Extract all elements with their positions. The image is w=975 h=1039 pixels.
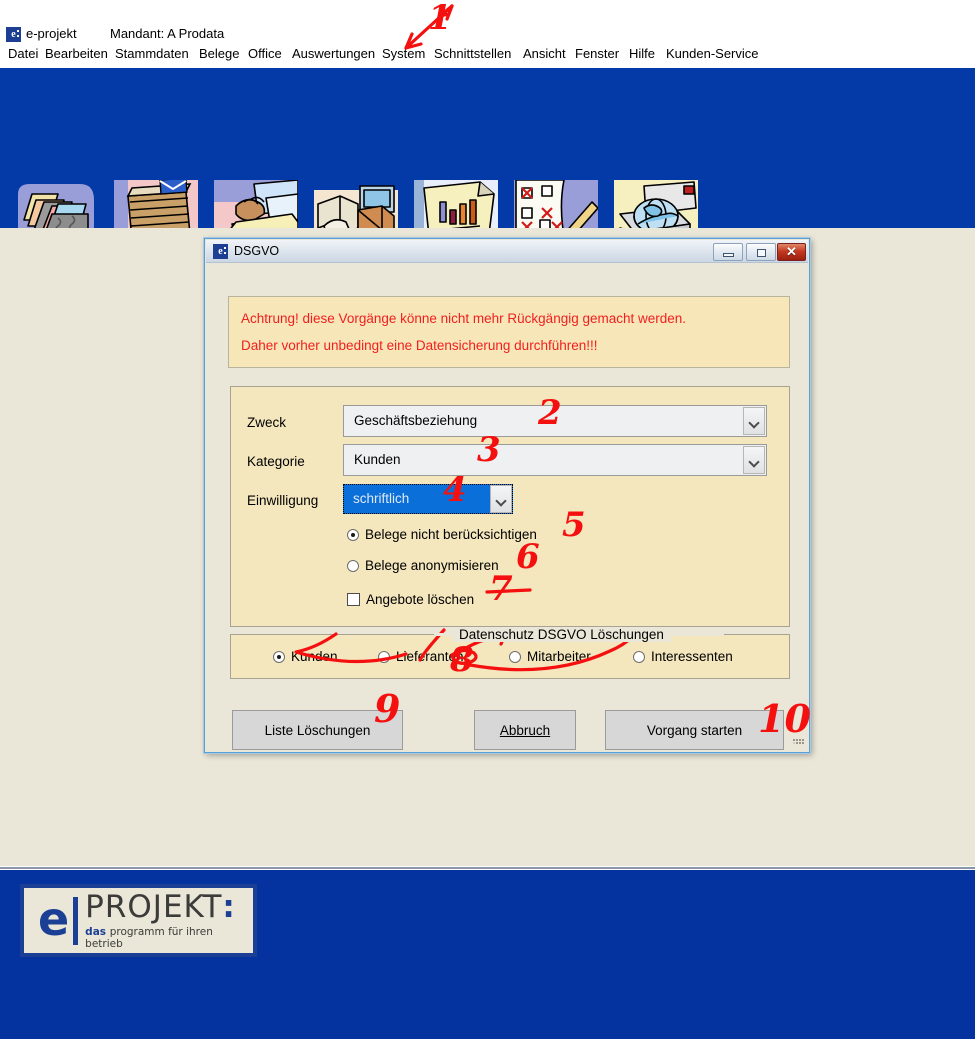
app-title: e-projekt <box>26 26 77 41</box>
dsgvo-window-icon: e <box>213 244 228 259</box>
warning-line-2: Daher vorher unbedingt eine Datensicheru… <box>241 338 598 353</box>
zweck-value: Geschäftsbeziehung <box>354 413 478 428</box>
vorgang-starten-button[interactable]: Vorgang starten <box>605 710 784 750</box>
menu-office[interactable]: Office <box>248 46 282 61</box>
kategorie-label: Kategorie <box>247 454 305 469</box>
app-titlebar: e e-projekt Mandant: A Prodata <box>0 0 975 46</box>
menubar: Datei Bearbeiten Stammdaten Belege Offic… <box>0 46 975 68</box>
kategorie-dropdown-button[interactable] <box>743 446 765 474</box>
dialog-client-area: Achtrung! diese Vorgänge könne nicht meh… <box>206 263 808 751</box>
menu-system[interactable]: System <box>382 46 425 61</box>
radio-belege-nicht-beruecksichtigen[interactable]: Belege nicht berücksichtigen <box>347 527 537 542</box>
kategorie-value: Kunden <box>354 452 401 467</box>
dialog-titlebar[interactable]: e DSGVO ✕ <box>206 240 808 263</box>
dialog-title: DSGVO <box>234 244 280 258</box>
logo-wordmark: PROJEKT <box>85 888 223 925</box>
menu-stammdaten[interactable]: Stammdaten <box>115 46 189 61</box>
abbruch-button[interactable]: Abbruch <box>474 710 576 750</box>
menu-belege[interactable]: Belege <box>199 46 239 61</box>
logo-colon: : <box>222 888 236 925</box>
einwilligung-dropdown-button[interactable] <box>490 485 512 513</box>
mandant-label: Mandant: A Prodata <box>110 26 225 41</box>
einwilligung-value: schriftlich <box>353 491 410 506</box>
abbruch-label: Abbruch <box>499 722 551 738</box>
workspace-divider <box>0 866 975 869</box>
eprojekt-logo: e PROJEKT: das programm für ihren betrie… <box>20 884 257 957</box>
close-icon: ✕ <box>786 244 797 259</box>
radio-belege-anonymisieren[interactable]: Belege anonymisieren <box>347 558 499 573</box>
zweck-label: Zweck <box>247 415 287 430</box>
maximize-button[interactable] <box>746 243 776 261</box>
chevron-down-icon <box>750 419 758 427</box>
chevron-down-icon <box>497 497 505 505</box>
radio-label: Lieferanten <box>396 649 464 664</box>
logo-tagline: das programm für ihren betrieb <box>85 926 253 950</box>
menu-fenster[interactable]: Fenster <box>575 46 619 61</box>
resize-grip[interactable] <box>792 735 806 749</box>
kategorie-combobox[interactable]: Kunden <box>343 444 767 476</box>
radio-lieferanten[interactable]: Lieferanten <box>378 649 464 664</box>
menu-bearbeiten[interactable]: Bearbeiten <box>45 46 108 61</box>
radio-label: Belege nicht berücksichtigen <box>365 527 537 542</box>
chevron-down-icon <box>750 458 758 466</box>
radio-icon <box>378 651 390 663</box>
dsgvo-dialog: e DSGVO ✕ Achtrung! diese Vorgänge könne… <box>204 238 810 753</box>
radio-interessenten[interactable]: Interessenten <box>633 649 733 664</box>
logo-divider-bar <box>73 896 79 945</box>
logo-letter-e: e <box>38 891 70 946</box>
radio-label: Belege anonymisieren <box>365 558 499 573</box>
radio-icon <box>347 560 359 572</box>
radio-label: Kunden <box>291 649 338 664</box>
radio-icon-selected <box>347 529 359 541</box>
menu-kunden-service[interactable]: Kunden-Service <box>666 46 759 61</box>
einwilligung-label: Einwilligung <box>247 493 319 508</box>
radio-label: Mitarbeiter <box>527 649 591 664</box>
radio-mitarbeiter[interactable]: Mitarbeiter <box>509 649 591 664</box>
checkbox-label: Angebote löschen <box>366 592 475 607</box>
minimize-icon <box>723 253 734 257</box>
icon-toolbar <box>0 68 975 246</box>
menu-ansicht[interactable]: Ansicht <box>523 46 566 61</box>
menu-auswertungen[interactable]: Auswertungen <box>292 46 375 61</box>
warning-line-1: Achtrung! diese Vorgänge könne nicht meh… <box>241 311 687 326</box>
close-button[interactable]: ✕ <box>777 243 806 261</box>
e-projekt-icon: e <box>6 27 21 42</box>
checkbox-icon <box>347 593 360 606</box>
restore-icon <box>757 249 766 257</box>
menu-hilfe[interactable]: Hilfe <box>629 46 655 61</box>
checkbox-angebote-loeschen[interactable]: Angebote löschen <box>347 592 474 607</box>
menu-datei[interactable]: Datei <box>8 46 38 61</box>
menu-schnittstellen[interactable]: Schnittstellen <box>434 46 511 61</box>
warning-panel: Achtrung! diese Vorgänge könne nicht meh… <box>228 296 790 368</box>
zweck-dropdown-button[interactable] <box>743 407 765 435</box>
logo-tagline-bold: das <box>85 925 110 938</box>
zweck-combobox[interactable]: Geschäftsbeziehung <box>343 405 767 437</box>
radio-kunden[interactable]: Kunden <box>273 649 338 664</box>
radio-label: Interessenten <box>651 649 733 664</box>
radio-icon <box>633 651 645 663</box>
groupbox-legend: Datenschutz DSGVO Löschungen <box>452 627 671 642</box>
radio-icon <box>509 651 521 663</box>
einwilligung-combobox[interactable]: schriftlich <box>343 484 513 514</box>
minimize-button[interactable] <box>713 243 743 261</box>
liste-loeschungen-button[interactable]: Liste Löschungen <box>232 710 403 750</box>
radio-icon-selected <box>273 651 285 663</box>
datenschutz-groupbox: Zweck Geschäftsbeziehung Kategorie Kunde… <box>230 386 790 627</box>
